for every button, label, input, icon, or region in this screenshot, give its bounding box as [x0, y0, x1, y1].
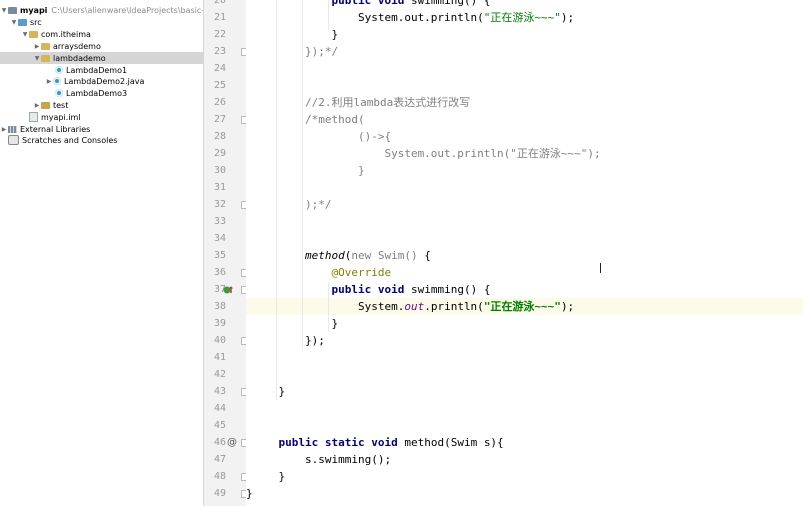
override-marker-icon[interactable]: @: [227, 434, 237, 451]
code-line-40: });: [252, 334, 325, 347]
tree-node-com-itheima[interactable]: ▼ com.itheima: [21, 28, 91, 40]
code-line-20: public void swimming() {: [331, 0, 491, 7]
chevron-right-icon[interactable]: ▶: [33, 43, 41, 50]
chevron-down-icon[interactable]: ▼: [21, 31, 29, 38]
folder-icon: [41, 101, 50, 109]
code-line-38: System.out.println("正在游泳~~~");: [252, 300, 575, 313]
project-tree-panel: ▼ myapi C:\Users\alienware\IdeaProjects\…: [0, 0, 204, 506]
code-line-49: }: [246, 487, 253, 500]
code-line-46: public static void method(Swim s){: [278, 436, 504, 449]
chevron-down-icon[interactable]: ▼: [0, 7, 8, 14]
line-number: 21: [213, 12, 226, 23]
tree-node-label: myapi: [20, 5, 48, 15]
code-line-37: public void swimming() {: [331, 283, 491, 296]
package-icon: [29, 30, 38, 38]
code-editor[interactable]: public void swimming() { System.out.prin…: [246, 0, 803, 506]
line-number: 48: [213, 471, 226, 482]
module-folder-icon: [8, 6, 17, 14]
code-line-39: }: [252, 317, 339, 330]
editor-gutter[interactable]: 20 21 22 23 24 25 26 27 28 29 30 31 32 3…: [204, 0, 249, 506]
line-number: 33: [213, 216, 226, 227]
line-number: 32: [213, 199, 226, 210]
tree-node-label: LambdaDemo2.java: [64, 76, 145, 86]
tree-node-label: LambdaDemo3: [66, 88, 128, 98]
java-class-icon: [53, 77, 61, 85]
file-icon: [29, 112, 38, 122]
line-number: 31: [213, 182, 226, 193]
code-line-32: );*/: [252, 198, 332, 211]
code-line-35: method(new Swim() {: [304, 249, 431, 262]
chevron-down-icon[interactable]: ▼: [10, 19, 18, 26]
package-icon: [41, 54, 50, 62]
code-line-26: //2.利用lambda表达式进行改写: [252, 96, 471, 109]
tree-node-label: Scratches and Consoles: [22, 135, 118, 145]
tree-node-label: myapi.iml: [41, 112, 81, 122]
tree-node-scratches[interactable]: Scratches and Consoles: [8, 134, 117, 146]
line-number: 22: [213, 29, 226, 40]
chevron-right-icon[interactable]: ▶: [0, 126, 8, 133]
line-number: 25: [213, 80, 226, 91]
tree-node-label: src: [30, 17, 42, 27]
java-class-icon: [55, 66, 63, 74]
tree-node-lambdademo3[interactable]: LambdaDemo3: [55, 87, 127, 99]
code-line-29: System.out.println("正在游泳~~~");: [252, 147, 601, 160]
code-line-43: }: [252, 385, 286, 398]
code-line-30: }: [252, 164, 365, 177]
line-number: 23: [213, 46, 226, 57]
line-number: 44: [213, 403, 226, 414]
line-number: 30: [213, 165, 226, 176]
line-number: 49: [213, 488, 226, 499]
code-line-27: /*method(: [252, 113, 365, 126]
code-line-47: s.swimming();: [252, 453, 392, 466]
line-number: 36: [213, 267, 226, 278]
line-number: 34: [213, 233, 226, 244]
line-number: 27: [213, 114, 226, 125]
code-line-36: @Override: [331, 266, 392, 279]
code-line-28: ()->{: [252, 130, 392, 143]
library-icon: [8, 125, 17, 133]
chevron-down-icon[interactable]: ▼: [33, 55, 41, 62]
line-number: 47: [213, 454, 226, 465]
line-number: 35: [213, 250, 226, 261]
tree-node-label: lambdademo: [53, 53, 106, 63]
implementing-method-icon[interactable]: [223, 284, 233, 301]
scratch-icon: [8, 135, 19, 145]
tree-node-myapi-iml[interactable]: myapi.iml: [29, 111, 81, 123]
line-number: 20: [213, 0, 226, 6]
line-number: 41: [213, 352, 226, 363]
source-folder-icon: [18, 18, 27, 26]
line-number: 29: [213, 148, 226, 159]
mouse-cursor-icon: [600, 263, 605, 273]
line-number: 43: [213, 386, 226, 397]
tree-node-label: test: [53, 100, 69, 110]
chevron-right-icon[interactable]: ▶: [45, 78, 53, 85]
line-number: 26: [213, 97, 226, 108]
code-line-22: }: [252, 28, 339, 41]
line-number: 24: [213, 63, 226, 74]
tree-node-label: LambdaDemo1: [66, 65, 128, 75]
package-icon: [41, 42, 50, 50]
code-line-21: System.out.println("正在游泳~~~");: [252, 11, 575, 24]
code-line-48: }: [252, 470, 286, 483]
line-number: 28: [213, 131, 226, 142]
tree-node-arraysdemo[interactable]: ▶ arraysdemo: [33, 40, 101, 52]
line-number: 39: [213, 318, 226, 329]
line-number: 45: [213, 420, 226, 431]
tree-node-label: External Libraries: [20, 124, 91, 134]
tree-node-myapi[interactable]: ▼ myapi C:\Users\alienware\IdeaProjects\…: [0, 4, 204, 16]
chevron-right-icon[interactable]: ▶: [33, 102, 41, 109]
tree-node-lambdademo[interactable]: ▼ lambdademo: [0, 52, 203, 64]
tree-node-lambdademo2[interactable]: ▶ LambdaDemo2.java: [45, 75, 145, 87]
project-path: C:\Users\alienware\IdeaProjects\basic-co…: [51, 5, 204, 15]
code-line-23: });*/: [252, 45, 339, 58]
line-number: 40: [213, 335, 226, 346]
tree-node-label: arraysdemo: [53, 41, 101, 51]
tree-node-label: com.itheima: [41, 29, 91, 39]
line-number: 46: [213, 437, 226, 448]
line-number: 42: [213, 369, 226, 380]
tree-node-test[interactable]: ▶ test: [33, 99, 69, 111]
java-class-icon: [55, 89, 63, 97]
tree-node-src[interactable]: ▼ src: [10, 16, 42, 28]
